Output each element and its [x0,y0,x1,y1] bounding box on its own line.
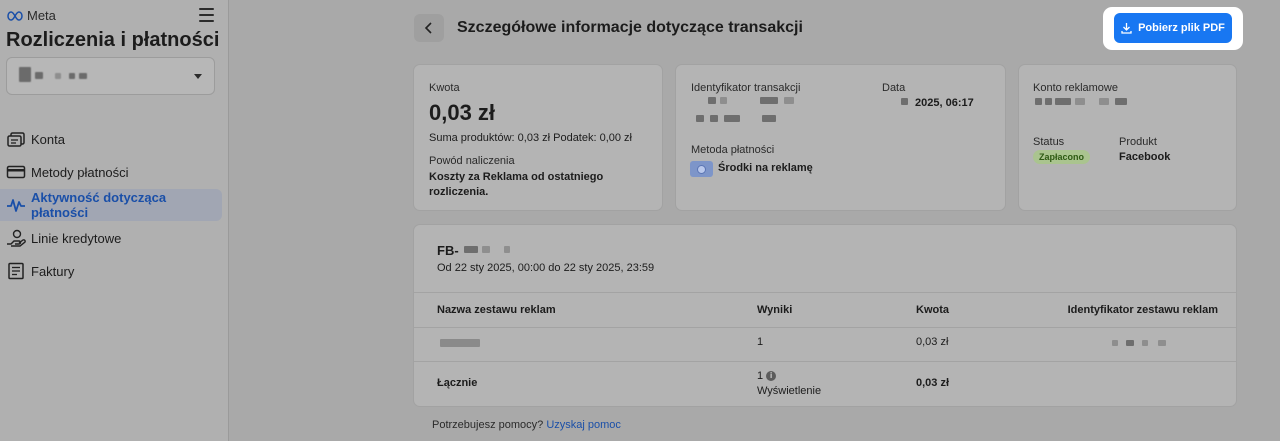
download-pdf-label: Pobierz plik PDF [1138,22,1225,34]
pdf-button-highlight: Pobierz plik PDF [1103,7,1243,50]
sidebar-item-label: Konta [31,131,65,147]
help-text: Potrzebujesz pomocy? [432,419,544,431]
column-header-ad-set: Nazwa zestawu reklam [437,304,556,316]
get-help-link[interactable]: Uzyskaj pomoc [546,419,621,431]
product-label: Produkt [1119,136,1157,148]
account-selector[interactable] [6,57,215,95]
billing-id-prefix: FB- [437,243,459,258]
column-header-results: Wyniki [757,304,793,316]
chevron-down-icon [194,74,202,79]
redacted-text [35,72,43,79]
billing-period: Od 22 sty 2025, 00:00 do 22 sty 2025, 23… [437,262,655,274]
status-badge: Zapłacono [1033,150,1091,164]
amount-breakdown: Suma produktów: 0,03 zł Podatek: 0,00 zł [429,132,633,144]
total-results-value: 1 [757,370,764,382]
total-results: 1i [757,370,777,382]
download-pdf-button[interactable]: Pobierz plik PDF [1114,13,1232,43]
row-results: 1 [757,336,764,348]
redacted-text [69,73,75,79]
ad-credit-icon [690,161,713,177]
app-title: Rozliczenia i płatności [6,29,220,51]
charge-reason-line2: rozliczenia. [429,186,489,198]
help-footer: Potrzebujesz pomocy? Uzyskaj pomoc [432,419,621,431]
chevron-left-icon [424,22,432,34]
ad-account-label: Konto reklamowe [1033,82,1118,94]
column-header-amount: Kwota [916,304,949,316]
total-results-unit: Wyświetlenie [757,385,822,397]
back-button[interactable] [414,14,444,42]
row-amount: 0,03 zł [916,336,949,348]
divider [414,327,1236,328]
menu-icon[interactable] [199,8,214,22]
charge-reason-line1: Koszty za Reklama od ostatniego [429,171,604,183]
meta-infinity-icon [7,10,23,21]
sidebar-item-invoices[interactable]: Faktury [0,255,222,287]
total-amount: 0,03 zł [916,377,950,389]
download-icon [1121,23,1132,34]
date-value: 2025, 06:17 [915,97,974,109]
ad-account-card: Konto reklamowe Status Zapłacono Produkt… [1018,64,1237,211]
payment-method-label: Metoda płatności [691,144,775,156]
redacted-text [55,73,61,79]
sidebar-item-label: Linie kredytowe [31,230,122,246]
sidebar-item-label: Metody płatności [31,164,129,180]
hand-coins-icon [6,229,26,247]
column-header-ad-set-id: Identyfikator zestawu reklam [1067,304,1218,316]
credit-card-icon [6,163,26,181]
sidebar-item-label: Faktury [31,263,75,279]
transaction-card: Identyfikator transakcji Data 2025, 06:1… [675,64,1006,211]
total-label: Łącznie [437,377,478,389]
amount-label: Kwota [429,82,460,94]
redacted-date [901,98,908,105]
ad-set-breakdown-card: FB- Od 22 sty 2025, 00:00 do 22 sty 2025… [413,224,1237,407]
date-label: Data [882,82,906,94]
activity-pulse-icon [6,196,26,214]
accounts-icon [6,130,26,148]
info-icon[interactable]: i [766,371,777,381]
transaction-id-label: Identyfikator transakcji [691,82,801,94]
sidebar-nav: Konta Metody płatności Aktywność dotyczą… [0,123,222,288]
charge-reason-label: Powód naliczenia [429,155,515,167]
sidebar-item-accounts[interactable]: Konta [0,123,222,155]
page-title: Szczegółowe informacje dotyczące transak… [457,19,803,36]
sidebar-item-label: Aktywność dotycząca płatności [31,190,167,220]
sidebar-item-payment-methods[interactable]: Metody płatności [0,156,222,188]
redacted-avatar [19,67,31,82]
sidebar-item-payment-activity[interactable]: Aktywność dotycząca płatności [0,189,222,221]
amount-value: 0,03 zł [429,100,496,125]
sidebar-item-credit-lines[interactable]: Linie kredytowe [0,222,222,254]
divider [414,292,1236,293]
redacted-text [79,73,87,79]
product-value: Facebook [1119,151,1171,163]
meta-logo-text: Meta [27,8,56,23]
redacted-ad-set-name [440,339,480,347]
payment-method-value: Środki na reklamę [718,162,813,174]
sidebar: Meta Rozliczenia i płatności Konta Metod… [0,0,229,441]
meta-logo[interactable]: Meta [6,8,56,23]
invoice-icon [6,262,26,280]
divider [414,361,1236,362]
status-label: Status [1033,136,1065,148]
amount-card: Kwota 0,03 zł Suma produktów: 0,03 zł Po… [413,64,663,211]
